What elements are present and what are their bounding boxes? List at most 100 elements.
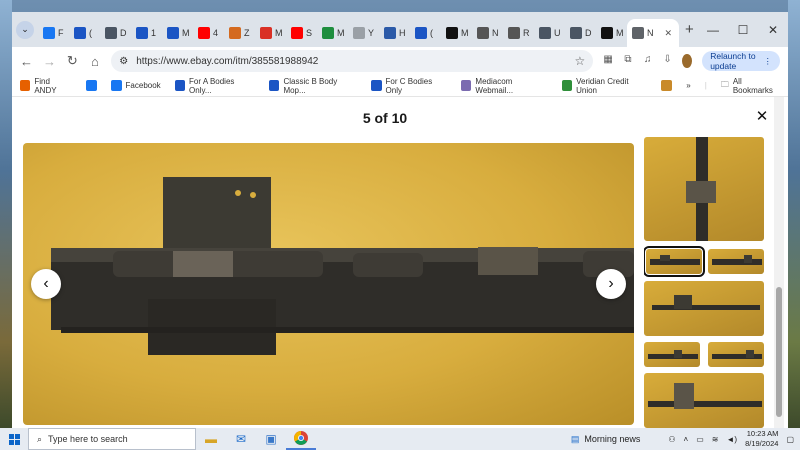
ebay-m-icon [415, 27, 427, 39]
thumbnail-8[interactable] [644, 342, 700, 367]
facebook-icon [43, 27, 55, 39]
browser-tab[interactable]: S [286, 19, 317, 47]
clock-date: 8/19/2024 [745, 439, 779, 448]
thumbnail-6[interactable] [708, 249, 764, 274]
relaunch-button[interactable]: Relaunch to update ⋮ [702, 51, 780, 71]
file-explorer-icon[interactable]: ▬ [196, 428, 226, 450]
news-icon: ▤ [570, 433, 580, 444]
tab-label: M [461, 28, 469, 38]
windows-taskbar: ⌕ Type here to search ▬ ✉ ▣ ▤ Morning ne… [0, 428, 800, 450]
browser-tab[interactable]: N [472, 19, 503, 47]
building-icon [539, 27, 551, 39]
people-icon[interactable]: ⚇ [668, 435, 675, 444]
lightbox-close-button[interactable]: ✕ [752, 107, 772, 127]
extensions-puzzle-icon[interactable]: ⧉ [623, 54, 633, 68]
browser-tab[interactable]: ( [410, 19, 441, 47]
browser-tab[interactable]: M [596, 19, 627, 47]
browser-tab[interactable]: 1 [131, 19, 162, 47]
all-bookmarks-button[interactable]: 🗀 All Bookmarks [721, 77, 780, 95]
maximize-button[interactable]: ☐ [728, 23, 758, 37]
thumbnail-7[interactable] [644, 281, 764, 336]
media-controls-icon[interactable]: ♫ [643, 54, 653, 68]
back-button[interactable]: ← [20, 54, 33, 69]
tab-label: D [120, 28, 127, 38]
tab-label: 1 [151, 28, 157, 38]
browser-window: ⌄ F(D 1 M 4 Z M S M Y H(M N R U D M N ✕ + — ☐ ✕ ← → ↻ ⌂ … [12, 12, 788, 428]
browser-tab[interactable]: M [441, 19, 472, 47]
browser-tab[interactable]: D [100, 19, 131, 47]
bookmark-item[interactable]: For C Bodies Only [371, 77, 447, 95]
browser-tab[interactable]: N ✕ [627, 19, 679, 47]
wifi-icon[interactable]: ≋ [712, 435, 719, 444]
scrollbar-thumb[interactable] [776, 287, 782, 417]
clock[interactable]: 10:23 AM 8/19/2024 [745, 429, 778, 449]
taskbar-search-box[interactable]: ⌕ Type here to search [28, 428, 196, 450]
thumbnail-10[interactable] [644, 373, 764, 428]
reload-button[interactable]: ↻ [66, 53, 79, 69]
more-bookmarks-button[interactable]: » [686, 81, 690, 90]
profile-avatar[interactable] [682, 54, 693, 68]
previous-image-button[interactable]: ‹ [31, 269, 61, 299]
bookmark-item[interactable]: Mediacom Webmail... [461, 77, 548, 95]
next-image-button[interactable]: › [596, 269, 626, 299]
url-text: https://www.ebay.com/itm/385581988942 [136, 55, 319, 67]
downloads-icon[interactable]: ⇩ [663, 54, 673, 68]
bookmark-star-icon[interactable]: ☆ [574, 54, 585, 68]
forward-button[interactable]: → [43, 54, 56, 69]
bookmark-item[interactable]: Find ANDY [20, 77, 72, 95]
browser-tab[interactable]: R [503, 19, 534, 47]
battery-icon[interactable]: ▭ [696, 435, 704, 444]
ebay-m-icon [136, 27, 148, 39]
bookmark-item[interactable]: Facebook [110, 80, 161, 91]
firefox-icon [20, 80, 31, 91]
browser-tab[interactable]: Y [348, 19, 379, 47]
bookmark-item[interactable] [85, 80, 97, 91]
kebab-menu-icon[interactable]: ⋮ [763, 56, 772, 67]
thumbnail-5-selected[interactable] [644, 246, 705, 277]
tab-label: M [616, 28, 624, 38]
translate-icon [229, 27, 241, 39]
address-bar[interactable]: ⚙ https://www.ebay.com/itm/385581988942 … [111, 50, 594, 72]
tab-label: M [182, 28, 190, 38]
thumbnail-strip [644, 137, 768, 428]
building-icon [105, 27, 117, 39]
browser-tab[interactable]: M [255, 19, 286, 47]
globe-dark-icon [477, 27, 489, 39]
browser-tab[interactable]: M [317, 19, 348, 47]
browser-tab[interactable]: F [38, 19, 69, 47]
browser-tab[interactable]: U [534, 19, 565, 47]
volume-icon[interactable]: ◄) [726, 435, 737, 444]
notification-icon[interactable]: ▢ [786, 435, 794, 444]
minimize-button[interactable]: — [698, 23, 728, 37]
browser-tab[interactable]: M [162, 19, 193, 47]
new-tab-button[interactable]: + [685, 21, 694, 38]
weather-widget[interactable]: ▤ Morning news [571, 434, 641, 445]
site-info-icon[interactable]: ⚙ [119, 56, 128, 67]
thumbnail-9[interactable] [708, 342, 764, 367]
extension-icon-1[interactable]: ▦ [603, 54, 613, 68]
start-button[interactable] [0, 428, 28, 450]
m-gray-icon [632, 27, 644, 39]
page-scrollbar[interactable] [774, 97, 784, 428]
home-button[interactable]: ⌂ [89, 54, 102, 69]
browser-tab[interactable]: Z [224, 19, 255, 47]
browser-tab[interactable]: D [565, 19, 596, 47]
browser-tab[interactable]: 4 [193, 19, 224, 47]
hidden-icons-chevron-icon[interactable]: ˄ [684, 435, 689, 444]
thumbnail-4[interactable] [644, 137, 764, 241]
tab-label: ( [89, 28, 92, 38]
chrome-app-icon[interactable] [286, 428, 316, 450]
m-black-icon [601, 27, 613, 39]
mail-app-icon[interactable]: ✉ [226, 428, 256, 450]
bookmark-item[interactable]: Classic B Body Mop... [269, 77, 357, 95]
bookmark-item[interactable]: For A Bodies Only... [174, 77, 255, 95]
tab-search-button[interactable]: ⌄ [16, 20, 34, 39]
bookmark-item[interactable]: Veridian Credit Union [561, 77, 648, 95]
browser-tab[interactable]: H [379, 19, 410, 47]
close-tab-icon[interactable]: ✕ [665, 28, 673, 39]
close-window-button[interactable]: ✕ [758, 23, 788, 37]
browser-tab[interactable]: ( [69, 19, 100, 47]
bookmark-item[interactable] [661, 80, 673, 91]
store-app-icon[interactable]: ▣ [256, 428, 286, 450]
tab-label: S [306, 28, 313, 38]
